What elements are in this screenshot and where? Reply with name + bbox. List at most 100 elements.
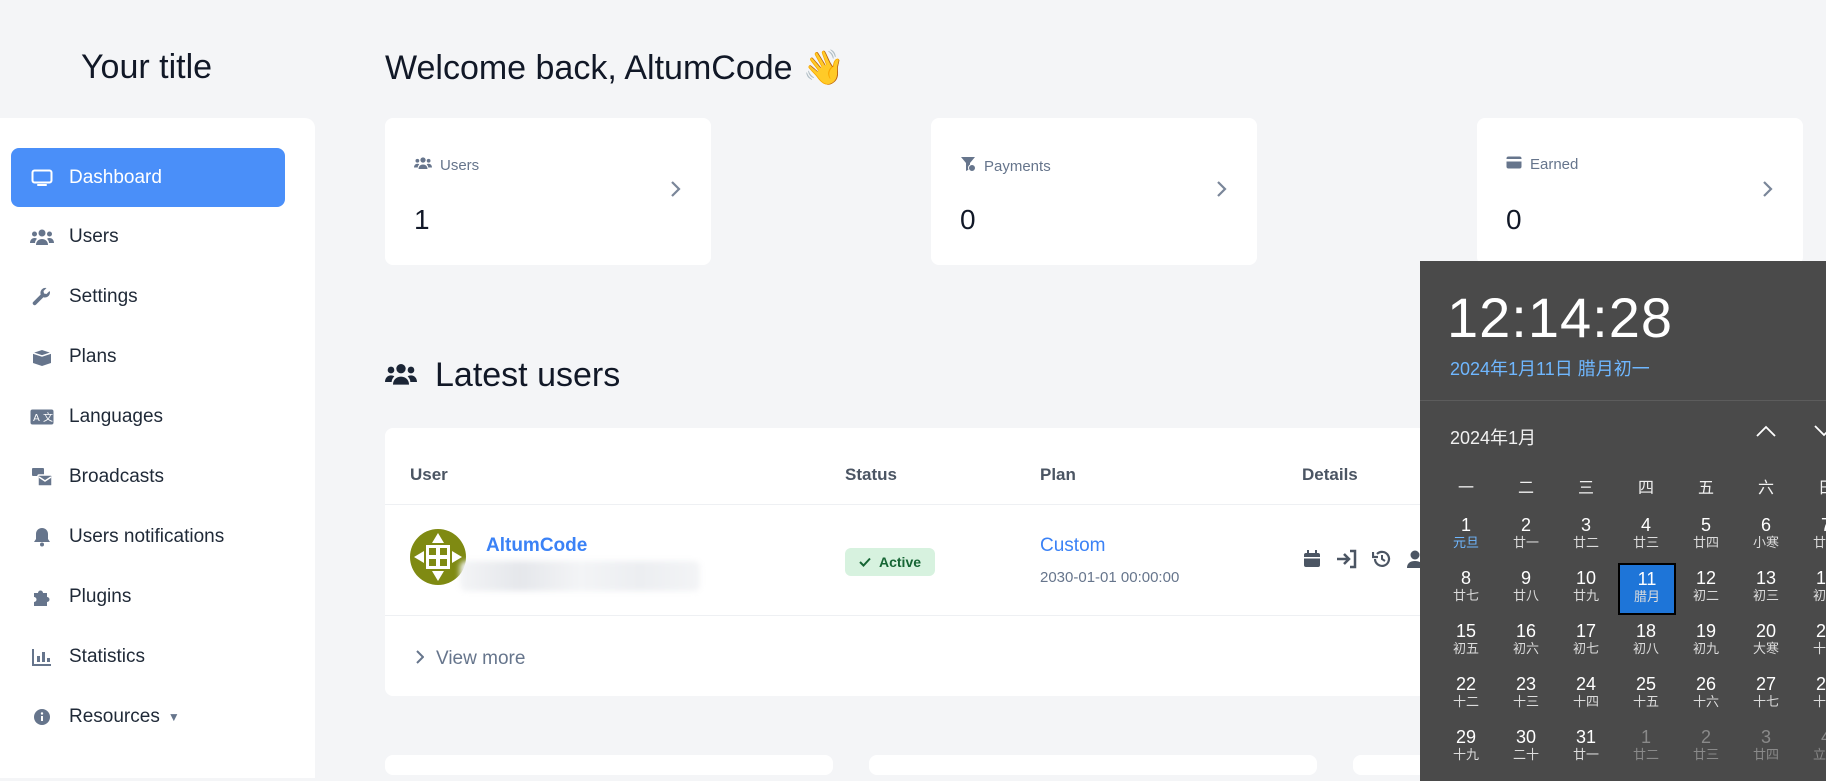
calendar-icon[interactable]	[1302, 549, 1322, 574]
calendar-day-number: 4	[1820, 727, 1826, 747]
avatar[interactable]	[410, 529, 466, 585]
calendar-day[interactable]: 15 初五	[1440, 618, 1492, 664]
plan-link[interactable]: Custom	[1040, 535, 1105, 557]
calendar-month-title[interactable]: 2024年1月	[1450, 424, 1536, 450]
stat-card-earned[interactable]: Earned 0	[1477, 118, 1803, 265]
clock-date-link[interactable]: 2024年1月11日 腊月初一	[1450, 355, 1650, 381]
sidebar-item-dashboard[interactable]: Dashboard	[11, 148, 285, 207]
calendar-day[interactable]: 3 廿二	[1560, 512, 1612, 558]
calendar-day[interactable]: 7廿六	[1800, 512, 1826, 558]
calendar-day[interactable]: 16 初六	[1500, 618, 1552, 664]
sidebar-item-settings[interactable]: Settings	[11, 267, 285, 327]
chevron-down-icon[interactable]	[1813, 424, 1826, 443]
calendar-day-number: 9	[1520, 568, 1531, 588]
chevron-right-icon[interactable]	[669, 180, 681, 203]
calendar-day-number: 13	[1755, 568, 1777, 588]
calendar-lunar-label: 初三	[1752, 588, 1779, 603]
calendar-day[interactable]: 4立春	[1800, 724, 1826, 770]
calendar-day-today[interactable]: 11 腊月	[1618, 563, 1676, 615]
calendar-day[interactable]: 19 初九	[1680, 618, 1732, 664]
calendar-day[interactable]: 14初四	[1800, 565, 1826, 611]
view-more-link[interactable]: View more	[415, 648, 525, 670]
divider	[1420, 400, 1826, 401]
calendar-day[interactable]: 1 廿二	[1620, 724, 1672, 770]
divider	[385, 615, 1435, 616]
sidebar-item-statistics[interactable]: Statistics	[11, 627, 285, 687]
calendar-day[interactable]: 13 初三	[1740, 565, 1792, 611]
sign-in-icon[interactable]	[1336, 549, 1358, 574]
calendar-lunar-label: 廿八	[1512, 588, 1539, 603]
plan-expiry: 2030-01-01 00:00:00	[1040, 569, 1180, 586]
calendar-weekday: 三	[1577, 480, 1594, 497]
calendar-day-number: 14	[1815, 568, 1826, 588]
history-icon[interactable]	[1371, 549, 1392, 574]
calendar-day[interactable]: 29 十九	[1440, 724, 1492, 770]
calendar-day[interactable]: 30 二十	[1500, 724, 1552, 770]
calendar-day[interactable]: 3 廿四	[1740, 724, 1792, 770]
calendar-weekday: 一	[1457, 480, 1474, 497]
chevron-up-icon[interactable]	[1755, 424, 1777, 443]
stat-label: Users	[440, 156, 480, 174]
calendar-day[interactable]: 17 初七	[1560, 618, 1612, 664]
calendar-lunar-label: 廿二	[1572, 535, 1599, 550]
chevron-right-icon[interactable]	[1215, 180, 1227, 203]
calendar-day[interactable]: 2 廿三	[1680, 724, 1732, 770]
sidebar-item-plans[interactable]: Plans	[11, 327, 285, 387]
brand-title: Your title	[81, 48, 213, 86]
calendar-day-number: 23	[1515, 674, 1537, 694]
calendar-weekday: 日	[1817, 480, 1826, 497]
calendar-day[interactable]: 31 廿一	[1560, 724, 1612, 770]
calendar-day-number: 4	[1640, 515, 1651, 535]
sidebar-item-label: Users	[69, 226, 119, 247]
calendar-day[interactable]: 23 十三	[1500, 671, 1552, 717]
calendar-day-number: 11	[1637, 569, 1657, 589]
calendar-day[interactable]: 4 廿三	[1620, 512, 1672, 558]
sidebar-item-users[interactable]: Users	[11, 207, 285, 267]
sidebar-item-languages[interactable]: A文 Languages	[11, 387, 285, 447]
calendar-day[interactable]: 18 初八	[1620, 618, 1672, 664]
waving-hand-icon: 👋	[802, 49, 845, 87]
calendar-day[interactable]: 8 廿七	[1440, 565, 1492, 611]
calendar-day-number: 1	[1460, 515, 1471, 535]
stat-label: Earned	[1530, 156, 1579, 173]
sidebar-item-plugins[interactable]: Plugins	[11, 567, 285, 627]
calendar-lunar-label: 二十	[1512, 747, 1539, 762]
calendar-lunar-label: 十三	[1512, 694, 1539, 709]
stat-card-payments[interactable]: Payments 0	[931, 118, 1257, 265]
calendar-day[interactable]: 20 大寒	[1740, 618, 1792, 664]
calendar-day[interactable]: 26 十六	[1680, 671, 1732, 717]
view-more-text: View more	[436, 648, 526, 669]
sidebar-item-label: Users notifications	[69, 526, 225, 547]
calendar-day[interactable]: 6 小寒	[1740, 512, 1792, 558]
chevron-right-icon	[415, 648, 425, 670]
calendar-day-number: 2	[1700, 727, 1711, 747]
calendar-lunar-label: 十七	[1752, 694, 1779, 709]
calendar-day[interactable]: 5 廿四	[1680, 512, 1732, 558]
calendar-day[interactable]: 12 初二	[1680, 565, 1732, 611]
calendar-day[interactable]: 21十一	[1800, 618, 1826, 664]
page-title: Welcome back, AltumCode 👋	[385, 48, 845, 88]
calendar-day[interactable]: 22 十二	[1440, 671, 1492, 717]
calendar-day[interactable]: 1 元旦	[1440, 512, 1492, 558]
calendar-day[interactable]: 28十八	[1800, 671, 1826, 717]
chart-icon	[29, 648, 55, 666]
calendar-day[interactable]: 24 十四	[1560, 671, 1612, 717]
user-name-link[interactable]: AltumCode	[486, 535, 587, 557]
sidebar-item-broadcasts[interactable]: Broadcasts	[11, 447, 285, 507]
calendar-lunar-label: 大寒	[1752, 641, 1779, 656]
stat-card-users[interactable]: Users 1	[385, 118, 711, 265]
calendar-day[interactable]: 10 廿九	[1560, 565, 1612, 611]
calendar-day-number: 31	[1575, 727, 1597, 747]
sidebar-item-resources[interactable]: Resources ▼	[11, 687, 285, 747]
calendar-lunar-label: 廿三	[1632, 535, 1659, 550]
calendar-day[interactable]: 2 廿一	[1500, 512, 1552, 558]
calendar-day[interactable]: 27 十七	[1740, 671, 1792, 717]
calendar-weekday: 五	[1697, 480, 1714, 497]
sidebar-item-users-notifications[interactable]: Users notifications	[11, 507, 285, 567]
calendar-day-number: 27	[1755, 674, 1777, 694]
calendar-day[interactable]: 25 十五	[1620, 671, 1672, 717]
chevron-right-icon[interactable]	[1761, 180, 1773, 203]
info-icon	[29, 708, 55, 726]
calendar-day[interactable]: 9 廿八	[1500, 565, 1552, 611]
calendar-day-number: 3	[1580, 515, 1591, 535]
